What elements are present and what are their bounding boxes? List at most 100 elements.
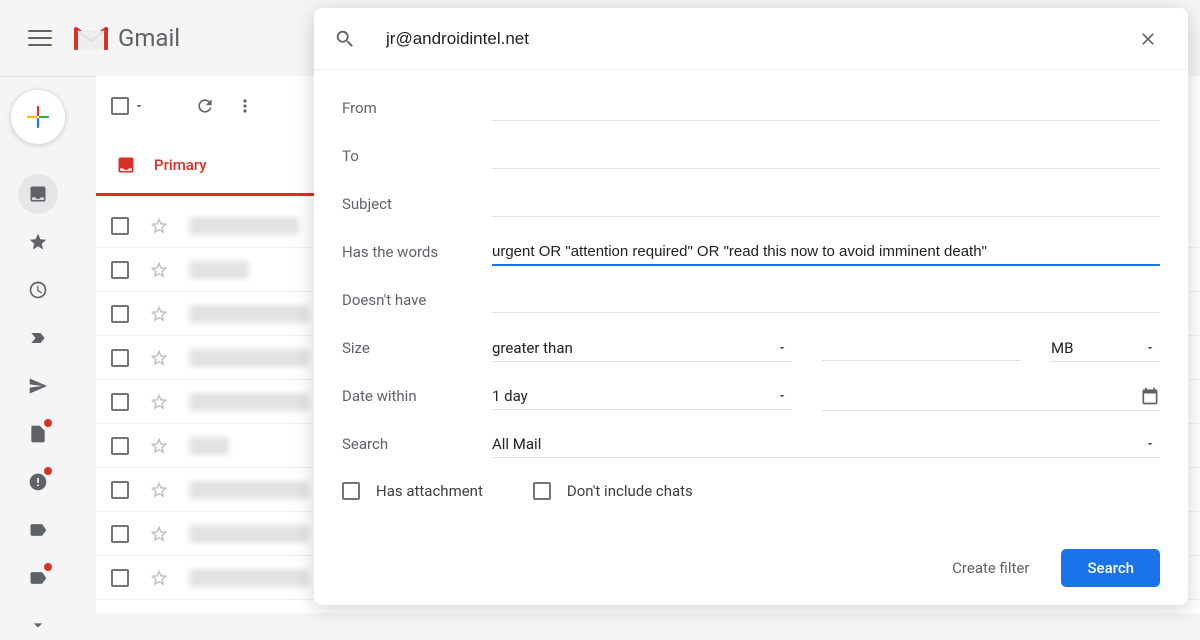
sidebar-item-drafts[interactable] bbox=[18, 414, 58, 454]
sidebar-expand[interactable] bbox=[18, 610, 58, 640]
badge-dot bbox=[44, 419, 52, 427]
has-attachment-label: Has attachment bbox=[376, 482, 483, 500]
badge-dot bbox=[44, 467, 52, 475]
star-outline-icon[interactable] bbox=[149, 568, 169, 588]
send-icon bbox=[28, 376, 48, 396]
sender-placeholder bbox=[189, 437, 229, 455]
star-outline-icon[interactable] bbox=[149, 436, 169, 456]
doesnt-have-label: Doesn't have bbox=[342, 291, 492, 309]
has-attachment-checkbox[interactable]: Has attachment bbox=[342, 482, 483, 500]
has-words-input[interactable] bbox=[492, 239, 1160, 266]
sidebar-item-starred[interactable] bbox=[18, 222, 58, 262]
search-input[interactable] bbox=[356, 28, 1128, 50]
sidebar-item-sent[interactable] bbox=[18, 366, 58, 406]
size-op-value: greater than bbox=[492, 339, 573, 357]
compose-button[interactable] bbox=[11, 90, 65, 144]
size-value-input[interactable] bbox=[822, 335, 1021, 361]
search-scope-value: All Mail bbox=[492, 435, 541, 453]
search-scope-dropdown[interactable]: All Mail bbox=[492, 431, 1160, 458]
sidebar-item-important[interactable] bbox=[18, 318, 58, 358]
sender-placeholder bbox=[189, 569, 309, 587]
row-checkbox[interactable] bbox=[111, 437, 129, 455]
row-checkbox[interactable] bbox=[111, 349, 129, 367]
gmail-logo[interactable]: Gmail bbox=[74, 24, 180, 52]
chevron-down-icon bbox=[1144, 438, 1156, 450]
inbox-icon bbox=[28, 184, 48, 204]
row-checkbox[interactable] bbox=[111, 393, 129, 411]
sender-placeholder bbox=[189, 393, 309, 411]
checkbox-icon bbox=[111, 97, 129, 115]
main-menu-button[interactable] bbox=[28, 26, 52, 50]
checkbox-icon bbox=[342, 482, 360, 500]
star-outline-icon[interactable] bbox=[149, 480, 169, 500]
subject-label: Subject bbox=[342, 195, 492, 213]
star-outline-icon[interactable] bbox=[149, 348, 169, 368]
star-outline-icon[interactable] bbox=[149, 392, 169, 412]
to-label: To bbox=[342, 147, 492, 165]
row-checkbox[interactable] bbox=[111, 261, 129, 279]
dont-include-chats-label: Don't include chats bbox=[567, 482, 693, 500]
date-within-value: 1 day bbox=[492, 387, 528, 405]
star-outline-icon[interactable] bbox=[149, 216, 169, 236]
sender-placeholder bbox=[189, 525, 309, 543]
row-checkbox[interactable] bbox=[111, 481, 129, 499]
search-icon bbox=[334, 28, 356, 50]
sender-placeholder bbox=[189, 349, 309, 367]
sidebar-item-category[interactable] bbox=[18, 510, 58, 550]
star-outline-icon[interactable] bbox=[149, 260, 169, 280]
from-input[interactable] bbox=[492, 95, 1160, 121]
inbox-icon bbox=[116, 155, 136, 175]
size-op-dropdown[interactable]: greater than bbox=[492, 335, 792, 362]
create-filter-button[interactable]: Create filter bbox=[934, 549, 1047, 587]
chevron-down-icon bbox=[776, 342, 788, 354]
label-icon bbox=[28, 568, 48, 588]
checkbox-icon bbox=[533, 482, 551, 500]
chevron-down-icon bbox=[28, 615, 48, 635]
sidebar-item-spam[interactable] bbox=[18, 462, 58, 502]
gmail-icon bbox=[74, 25, 108, 51]
sender-placeholder bbox=[189, 305, 309, 323]
important-icon bbox=[28, 328, 48, 348]
sender-placeholder bbox=[189, 217, 299, 235]
gmail-logo-text: Gmail bbox=[118, 24, 180, 52]
tab-primary-label: Primary bbox=[154, 156, 207, 174]
clock-icon bbox=[28, 280, 48, 300]
chevron-down-icon bbox=[776, 390, 788, 402]
from-label: From bbox=[342, 99, 492, 117]
row-checkbox[interactable] bbox=[111, 525, 129, 543]
sender-placeholder bbox=[189, 261, 249, 279]
close-search-button[interactable] bbox=[1128, 19, 1168, 59]
sidebar-item-inbox[interactable] bbox=[18, 174, 58, 214]
more-vert-icon bbox=[235, 96, 255, 116]
has-words-label: Has the words bbox=[342, 243, 492, 261]
refresh-icon bbox=[195, 96, 215, 116]
tab-primary[interactable]: Primary bbox=[96, 136, 316, 196]
row-checkbox[interactable] bbox=[111, 217, 129, 235]
row-checkbox[interactable] bbox=[111, 305, 129, 323]
star-outline-icon[interactable] bbox=[149, 524, 169, 544]
to-input[interactable] bbox=[492, 143, 1160, 169]
doesnt-have-input[interactable] bbox=[492, 287, 1160, 313]
close-icon bbox=[1138, 29, 1158, 49]
search-filter-panel: From To Subject Has the words Doesn't ha… bbox=[314, 8, 1188, 605]
file-icon bbox=[28, 424, 48, 444]
label-icon bbox=[28, 520, 48, 540]
chevron-down-icon bbox=[133, 100, 145, 112]
select-all-checkbox[interactable] bbox=[111, 97, 145, 115]
row-checkbox[interactable] bbox=[111, 569, 129, 587]
star-outline-icon[interactable] bbox=[149, 304, 169, 324]
search-scope-label: Search bbox=[342, 435, 492, 453]
search-button[interactable]: Search bbox=[1061, 549, 1160, 587]
star-icon bbox=[28, 232, 48, 252]
sidebar-item-category-2[interactable] bbox=[18, 558, 58, 598]
more-button[interactable] bbox=[225, 86, 265, 126]
refresh-button[interactable] bbox=[185, 86, 225, 126]
date-within-dropdown[interactable]: 1 day bbox=[492, 383, 792, 410]
dont-include-chats-checkbox[interactable]: Don't include chats bbox=[533, 482, 693, 500]
subject-input[interactable] bbox=[492, 191, 1160, 217]
date-picker-input[interactable] bbox=[822, 382, 1160, 411]
sidebar-item-snoozed[interactable] bbox=[18, 270, 58, 310]
date-within-label: Date within bbox=[342, 387, 492, 405]
size-unit-dropdown[interactable]: MB bbox=[1051, 335, 1160, 362]
sender-placeholder bbox=[189, 481, 309, 499]
